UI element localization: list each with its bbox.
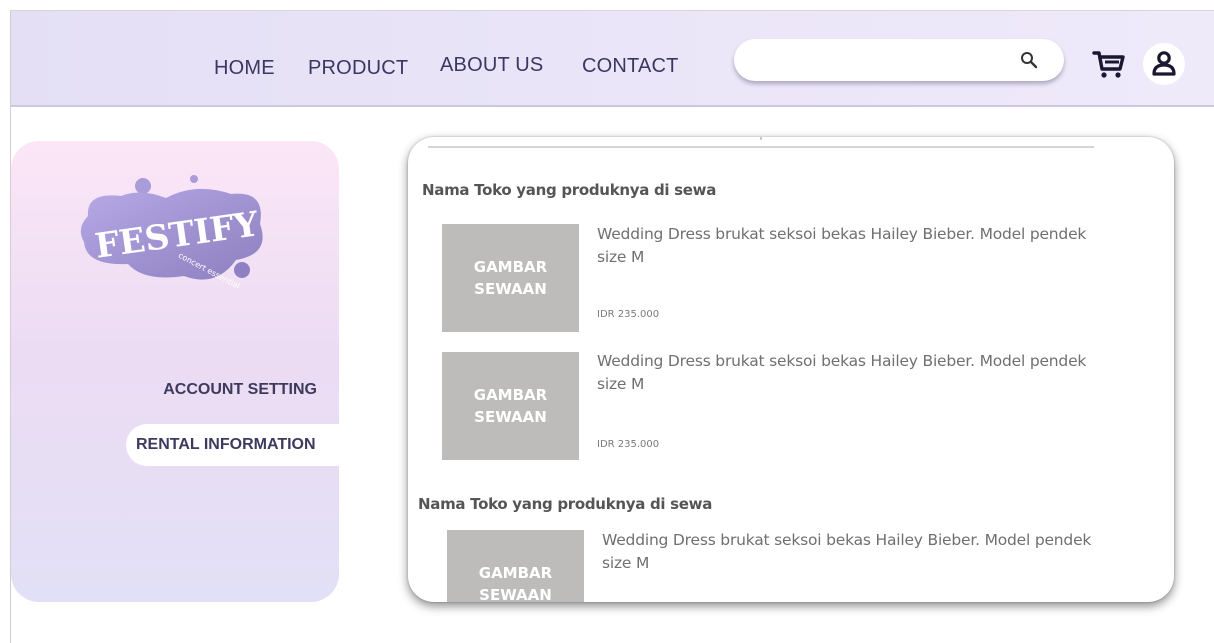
product-price: IDR 235.000 [597, 309, 660, 320]
image-label: SEWAAN [479, 586, 552, 602]
search-icon[interactable] [1020, 51, 1038, 69]
product-name: Wedding Dress brukat seksoi bekas Hailey… [602, 531, 1092, 549]
image-label: SEWAAN [474, 408, 547, 426]
nav-product[interactable]: PRODUCT [308, 57, 408, 80]
search-input[interactable] [752, 49, 1006, 73]
nav-about-us[interactable]: ABOUT US [440, 54, 543, 77]
user-account-button[interactable] [1143, 43, 1185, 85]
cart-icon[interactable] [1092, 48, 1126, 80]
nav-home[interactable]: HOME [214, 57, 275, 80]
image-label: GAMBAR [473, 386, 548, 404]
product-size: size M [597, 248, 645, 266]
store-title: Nama Toko yang produknya di sewa [422, 181, 717, 199]
product-image[interactable]: GAMBAR SEWAAN [447, 530, 584, 602]
search-bar [734, 39, 1064, 81]
user-icon [1152, 51, 1176, 76]
image-label: GAMBAR [473, 258, 548, 276]
product-description: Wedding Dress brukat seksoi bekas Hailey… [597, 350, 1095, 396]
product-description: Wedding Dress brukat seksoi bekas Hailey… [597, 223, 1095, 269]
image-label: GAMBAR [478, 564, 553, 582]
festify-logo: FESTIFY concert essential [80, 175, 263, 291]
product-name: Wedding Dress brukat seksoi bekas Hailey… [597, 352, 1087, 370]
nav-contact[interactable]: CONTACT [582, 55, 679, 78]
scroll-mark [760, 137, 762, 140]
product-name: Wedding Dress brukat seksoi bekas Hailey… [597, 225, 1087, 243]
product-size: size M [597, 375, 645, 393]
store-title: Nama Toko yang produknya di sewa [418, 495, 713, 513]
divider [428, 146, 1094, 148]
product-size: size M [602, 554, 650, 572]
product-image[interactable]: GAMBAR SEWAAN [442, 224, 579, 332]
product-image[interactable]: GAMBAR SEWAAN [442, 352, 579, 460]
image-label: SEWAAN [474, 280, 547, 298]
rental-list-card: Nama Toko yang produknya di sewa GAMBAR … [408, 137, 1174, 602]
sidebar-item-account-setting[interactable]: ACCOUNT SETTING [120, 381, 317, 399]
product-description: Wedding Dress brukat seksoi bekas Hailey… [602, 529, 1100, 575]
product-price: IDR 235.000 [597, 439, 660, 450]
sidebar-item-rental-information[interactable]: RENTAL INFORMATION [126, 424, 339, 466]
